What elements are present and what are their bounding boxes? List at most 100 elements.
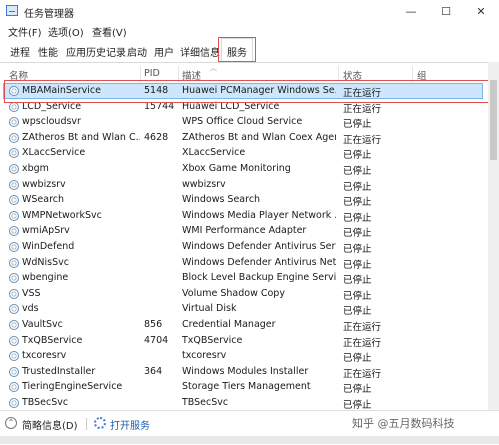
service-description: Credential Manager [182, 319, 276, 330]
sort-arrow-icon[interactable]: ︿ [210, 63, 217, 73]
service-row[interactable]: VSS Volume Shadow Copy 已停止 [0, 286, 488, 302]
service-name: WinDefend [22, 241, 75, 252]
service-row[interactable]: xbgm Xbox Game Monitoring 已停止 [0, 161, 488, 177]
services-gear-icon[interactable] [94, 417, 106, 429]
service-description: Block Level Backup Engine Service [182, 272, 336, 284]
service-state: 正在运行 [343, 134, 382, 146]
service-pid: 4628 [144, 131, 169, 143]
service-description: TxQBService [182, 334, 243, 346]
service-name: wpscloudsvr [22, 116, 81, 128]
vertical-scrollbar[interactable] [488, 62, 499, 410]
service-row[interactable]: wmiApSrv WMI Performance Adapter 已停止 [0, 223, 488, 239]
service-icon [9, 117, 19, 128]
service-name: WMPNetworkSvc [22, 209, 102, 221]
service-row[interactable]: TieringEngineService Storage Tiers Manage… [0, 379, 488, 395]
service-name: wwbizsrv [22, 178, 66, 190]
brief-info-link[interactable]: 简略信息(D) [22, 417, 78, 432]
column-pid[interactable]: PID [144, 68, 160, 79]
service-description: WPS Office Cloud Service [182, 116, 303, 128]
service-icon [9, 320, 19, 330]
close-button[interactable]: ✕ [464, 0, 498, 22]
service-row[interactable]: wpscloudsvr WPS Office Cloud Service 已停止 [0, 114, 488, 130]
selected-row-highlight [4, 80, 489, 103]
service-row[interactable]: WinDefend Windows Defender Antivirus Serv… [0, 239, 488, 255]
minimize-button[interactable]: — [394, 0, 428, 22]
service-name: xbgm [22, 163, 49, 174]
menu-options[interactable]: 选项(O) [48, 24, 84, 39]
service-state: 已停止 [343, 290, 372, 302]
service-description: XLaccService [182, 147, 246, 159]
service-pid: 364 [144, 365, 163, 377]
service-row[interactable]: txcoresrv txcoresrv 已停止 [0, 348, 488, 364]
service-icon [9, 242, 19, 252]
service-state: 已停止 [343, 384, 372, 396]
service-description: Windows Media Player Network ... [182, 209, 336, 221]
service-icon [9, 304, 19, 315]
service-name: TrustedInstaller [22, 365, 96, 377]
tab-app-history[interactable]: 应用历史记录 [66, 44, 126, 59]
service-row[interactable]: WdNisSvc Windows Defender Antivirus Net..… [0, 255, 488, 271]
open-services-link[interactable]: 打开服务 [110, 417, 150, 432]
service-icon [9, 132, 19, 143]
service-name: TxQBService [22, 334, 83, 346]
tab-performance[interactable]: 性能 [38, 44, 58, 59]
service-state: 已停止 [343, 197, 372, 209]
service-row[interactable]: vds Virtual Disk 已停止 [0, 301, 488, 317]
service-name: TieringEngineService [22, 381, 123, 393]
service-row[interactable]: WSearch Windows Search 已停止 [0, 192, 488, 208]
service-state: 已停止 [343, 244, 372, 255]
service-description: Volume Shadow Copy [182, 287, 285, 299]
tab-startup[interactable]: 启动 [127, 44, 147, 59]
service-row[interactable]: XLaccService XLaccService 已停止 [0, 145, 488, 161]
service-icon [9, 351, 19, 362]
scrollbar-thumb[interactable] [490, 80, 497, 160]
service-description: Windows Defender Antivirus Serv... [182, 241, 336, 252]
service-icon [9, 164, 19, 174]
service-state: 已停止 [343, 181, 372, 193]
service-row[interactable]: wbengine Block Level Backup Engine Servic… [0, 270, 488, 286]
service-row[interactable]: TxQBService 4704 TxQBService 正在运行 [0, 333, 488, 349]
service-state: 已停止 [343, 150, 372, 162]
service-icon [9, 273, 19, 284]
service-icon [9, 382, 19, 393]
service-row[interactable]: wwbizsrv wwbizsrv 已停止 [0, 177, 488, 193]
menu-view[interactable]: 查看(V) [92, 24, 127, 39]
service-description: Windows Search [182, 194, 261, 206]
service-name: txcoresrv [22, 350, 67, 362]
service-description: Windows Modules Installer [182, 365, 309, 377]
service-row[interactable]: TrustedInstaller 364 Windows Modules Insta… [0, 364, 488, 380]
service-state: 已停止 [343, 119, 372, 131]
service-name: XLaccService [22, 147, 86, 159]
service-state: 正在运行 [343, 368, 382, 380]
service-name: vds [22, 303, 39, 315]
service-name: WdNisSvc [22, 256, 69, 268]
menu-file[interactable]: 文件(F) [8, 24, 42, 39]
service-name: ZAtheros Bt and Wlan C... [22, 131, 140, 143]
service-icon [9, 257, 19, 268]
service-name: TBSecSvc [22, 397, 69, 408]
service-row[interactable]: ZAtheros Bt and Wlan C... 4628 ZAtheros Bt… [0, 130, 488, 146]
service-state: 已停止 [343, 400, 372, 411]
maximize-button[interactable]: ☐ [429, 0, 463, 22]
chevron-up-icon[interactable]: ⌃ [5, 417, 17, 429]
service-icon [9, 398, 19, 408]
tab-users[interactable]: 用户 [154, 44, 174, 59]
tab-details[interactable]: 详细信息 [180, 44, 220, 59]
tab-processes[interactable]: 进程 [10, 44, 30, 59]
service-state: 已停止 [343, 275, 372, 287]
service-icon [9, 101, 19, 112]
footer-divider [86, 418, 87, 430]
title-bar: 任务管理器 — ☐ ✕ [0, 0, 499, 22]
service-icon [9, 366, 19, 377]
service-state: 已停止 [343, 166, 372, 177]
service-state: 已停止 [343, 212, 372, 224]
service-icon [9, 148, 19, 159]
service-description: Virtual Disk [182, 303, 237, 315]
service-icon [9, 226, 19, 237]
service-row[interactable]: VaultSvc 856 Credential Manager 正在运行 [0, 317, 488, 333]
service-description: Xbox Game Monitoring [182, 163, 291, 174]
service-row[interactable]: WMPNetworkSvc Windows Media Player Networ… [0, 208, 488, 224]
service-icon [9, 179, 19, 190]
service-description: Windows Defender Antivirus Net... [182, 256, 336, 268]
service-row[interactable]: TBSecSvc TBSecSvc 已停止 [0, 395, 488, 411]
